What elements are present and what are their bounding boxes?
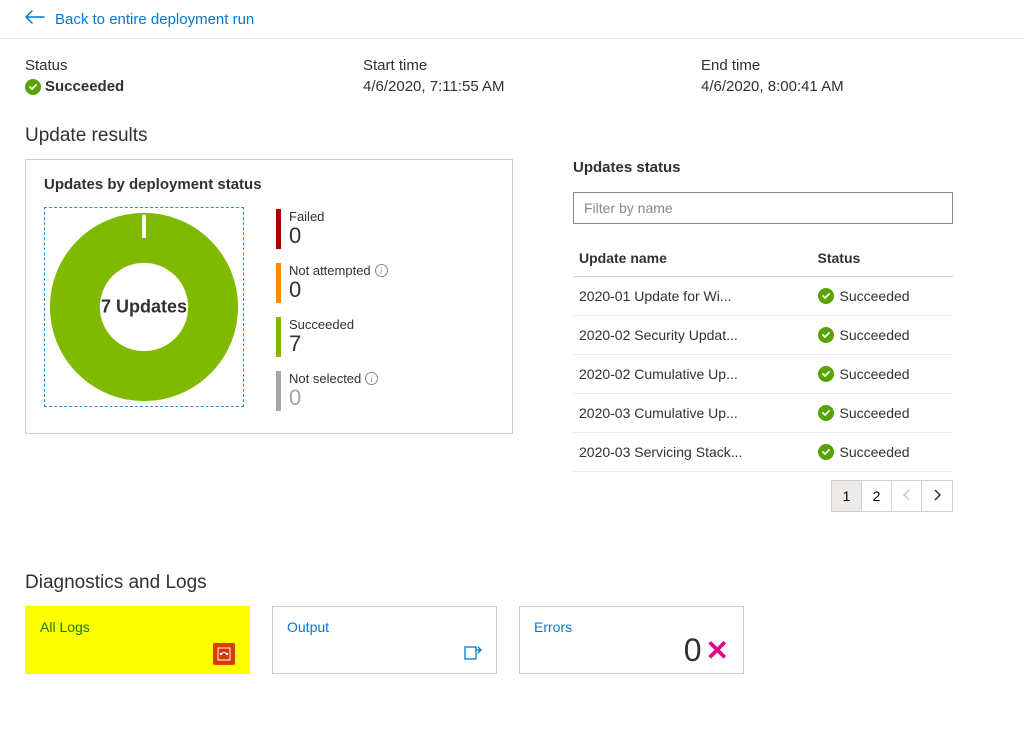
legend-item-not-selected[interactable]: Not selected i 0 (276, 371, 388, 411)
legend-label: Not selected i (289, 371, 378, 386)
legend-value: 0 (289, 386, 378, 410)
table-row[interactable]: 2020-03 Cumulative Up...Succeeded (573, 394, 953, 433)
cell-update-name: 2020-02 Cumulative Up... (573, 355, 812, 394)
donut-selection[interactable]: 7 Updates (44, 207, 244, 407)
errors-card[interactable]: Errors 0 ✕ (519, 606, 744, 674)
info-icon[interactable]: i (365, 372, 378, 385)
end-time-label: End time (701, 57, 999, 74)
check-circle-icon (818, 327, 834, 343)
table-row[interactable]: 2020-02 Security Updat...Succeeded (573, 316, 953, 355)
output-card[interactable]: Output (272, 606, 497, 674)
table-row[interactable]: 2020-01 Update for Wi...Succeeded (573, 277, 953, 316)
donut-center-label: 7 Updates (101, 297, 187, 318)
x-icon: ✕ (706, 634, 729, 667)
legend-bar-icon (276, 209, 281, 249)
cell-status: Succeeded (812, 277, 954, 316)
all-logs-card[interactable]: All Logs (25, 606, 250, 674)
back-link-label: Back to entire deployment run (55, 11, 254, 28)
updates-by-status-card: Updates by deployment status 7 Updates (25, 159, 513, 434)
check-circle-icon (818, 444, 834, 460)
back-link[interactable]: Back to entire deployment run (0, 0, 1024, 39)
update-results-heading: Update results (25, 125, 999, 147)
updates-status-heading: Updates status (573, 159, 953, 176)
cell-status: Succeeded (812, 316, 954, 355)
legend-value: 7 (289, 332, 354, 356)
legend-label: Not attempted i (289, 263, 388, 278)
legend-value: 0 (289, 224, 324, 248)
col-status[interactable]: Status (812, 240, 954, 277)
legend-bar-icon (276, 317, 281, 357)
cell-update-name: 2020-03 Servicing Stack... (573, 433, 812, 472)
table-row[interactable]: 2020-03 Servicing Stack...Succeeded (573, 433, 953, 472)
export-icon (464, 644, 482, 665)
legend-item-not-attempted[interactable]: Not attempted i 0 (276, 263, 388, 303)
start-time-value: 4/6/2020, 7:11:55 AM (363, 78, 661, 95)
check-circle-icon (818, 366, 834, 382)
legend-item-succeeded[interactable]: Succeeded 7 (276, 317, 388, 357)
check-circle-icon (25, 79, 41, 95)
end-time-block: End time 4/6/2020, 8:00:41 AM (701, 57, 999, 95)
legend-bar-icon (276, 263, 281, 303)
chevron-left-icon (903, 488, 911, 504)
pager-page-1[interactable]: 1 (832, 481, 862, 511)
status-row: Status Succeeded Start time 4/6/2020, 7:… (25, 57, 999, 95)
arrow-left-icon (25, 10, 45, 28)
errors-count-group: 0 ✕ (684, 632, 729, 669)
card-title: Updates by deployment status (44, 176, 494, 193)
pager-page-2[interactable]: 2 (862, 481, 892, 511)
start-time-block: Start time 4/6/2020, 7:11:55 AM (363, 57, 661, 95)
legend-item-failed[interactable]: Failed 0 (276, 209, 388, 249)
cell-status: Succeeded (812, 433, 954, 472)
legend-label: Succeeded (289, 317, 354, 332)
filter-input[interactable] (573, 192, 953, 224)
cell-status: Succeeded (812, 394, 954, 433)
info-icon[interactable]: i (375, 264, 388, 277)
check-circle-icon (818, 288, 834, 304)
logs-icon (213, 643, 235, 665)
updates-table: Update name Status 2020-01 Update for Wi… (573, 240, 953, 472)
diagnostics-section: Diagnostics and Logs All Logs Output Err… (25, 572, 999, 674)
output-label: Output (287, 619, 482, 635)
all-logs-label: All Logs (40, 619, 235, 635)
cell-update-name: 2020-02 Security Updat... (573, 316, 812, 355)
pager-next[interactable] (922, 481, 952, 511)
legend-label: Failed (289, 209, 324, 224)
cell-update-name: 2020-03 Cumulative Up... (573, 394, 812, 433)
check-circle-icon (818, 405, 834, 421)
pager: 1 2 (831, 480, 953, 512)
legend-bar-icon (276, 371, 281, 411)
status-block: Status Succeeded (25, 57, 323, 95)
col-update-name[interactable]: Update name (573, 240, 812, 277)
diagnostics-heading: Diagnostics and Logs (25, 572, 999, 594)
start-time-label: Start time (363, 57, 661, 74)
donut-chart: 7 Updates (48, 211, 240, 403)
cell-status: Succeeded (812, 355, 954, 394)
table-row[interactable]: 2020-02 Cumulative Up...Succeeded (573, 355, 953, 394)
status-label: Status (25, 57, 323, 74)
status-value: Succeeded (25, 78, 323, 95)
chevron-right-icon (933, 488, 941, 504)
legend-value: 0 (289, 278, 388, 302)
cell-update-name: 2020-01 Update for Wi... (573, 277, 812, 316)
updates-status-panel: Updates status Update name Status 2020-0… (573, 159, 953, 512)
end-time-value: 4/6/2020, 8:00:41 AM (701, 78, 999, 95)
errors-count: 0 (684, 632, 702, 669)
pager-prev (892, 481, 922, 511)
legend: Failed 0 Not attempted i 0 (276, 209, 388, 411)
